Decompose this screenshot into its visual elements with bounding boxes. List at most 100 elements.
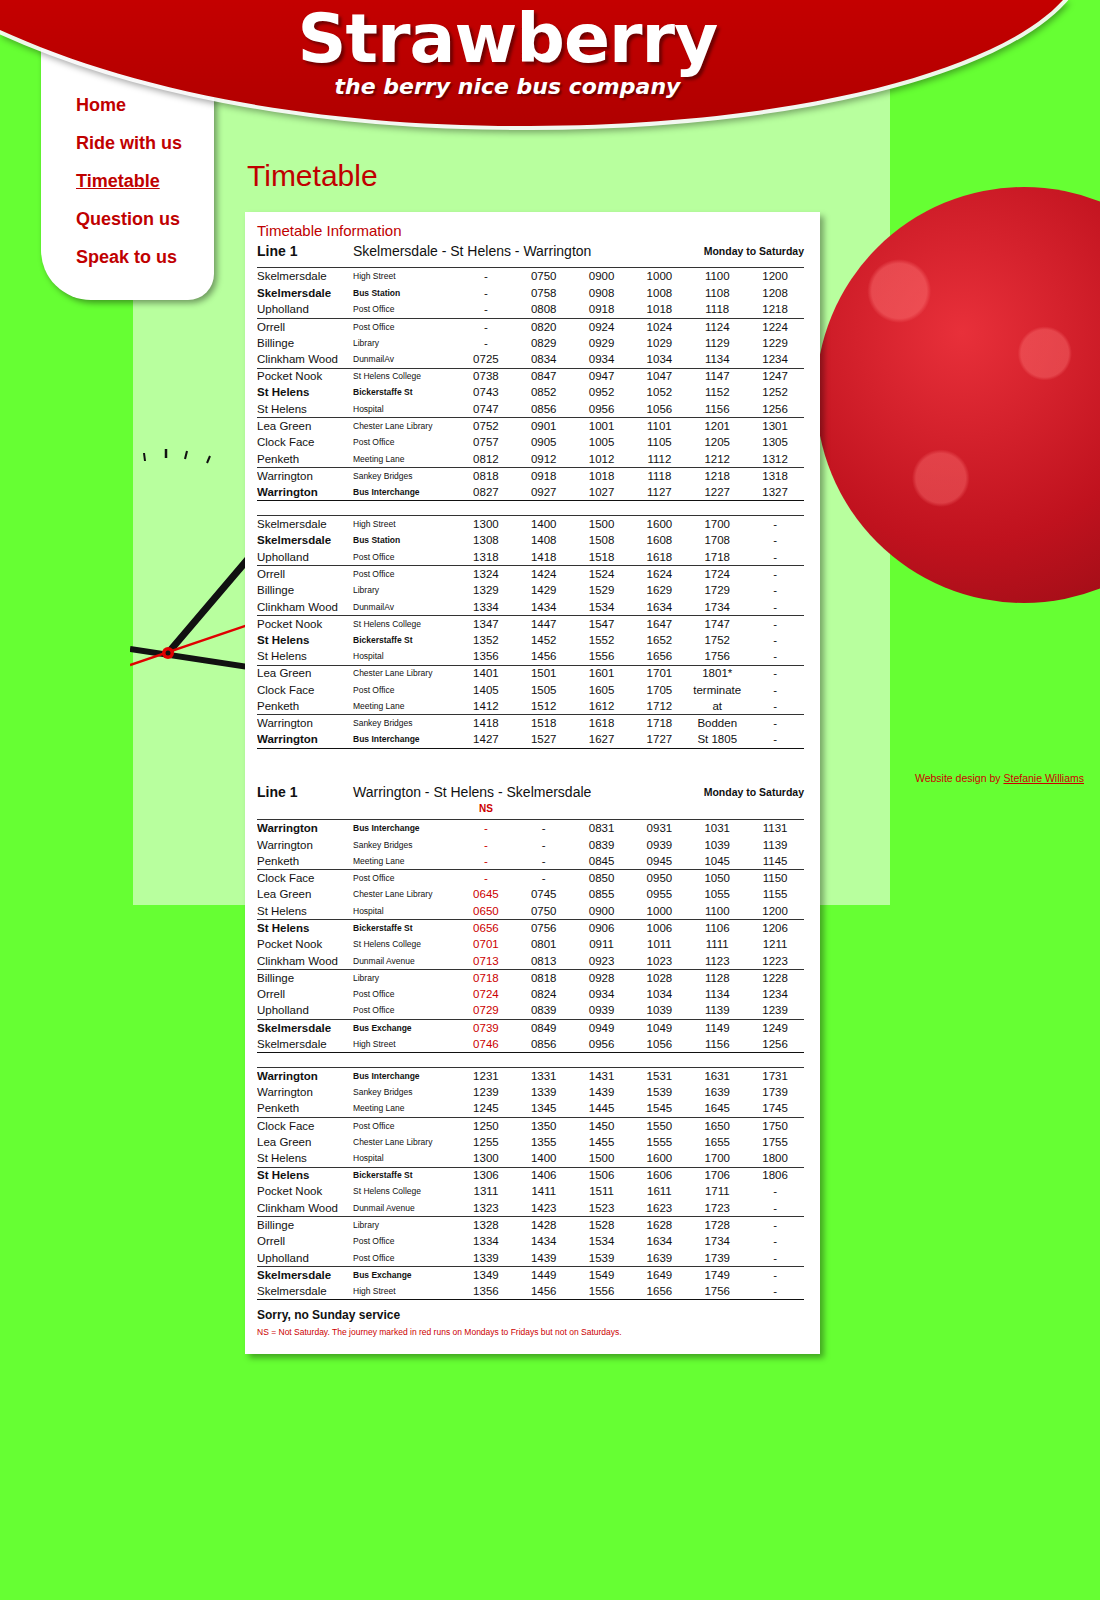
time-cell: 0850: [573, 872, 631, 884]
timetable-row: St HelensHospital13561456155616561756-: [257, 648, 804, 665]
time-cell: 1739: [688, 1252, 746, 1264]
layout: HomeRide with usTimetableQuestion usSpea…: [0, 0, 1100, 1354]
stop-name: St Helens: [257, 386, 353, 398]
time-cell: 0939: [573, 1004, 631, 1016]
time-cell: 1229: [746, 337, 804, 349]
time-cell: 1334: [457, 1235, 515, 1247]
time-cell: 1000: [630, 270, 688, 282]
timetable-row: OrrellPost Office-08200924102411241224: [257, 318, 804, 335]
time-cell: 1328: [457, 1219, 515, 1231]
time-cell: 1306: [457, 1169, 515, 1181]
time-cell: 1639: [630, 1252, 688, 1264]
timetable-block: SkelmersdaleHigh Street-0750090010001100…: [257, 268, 804, 501]
nav-item[interactable]: Ride with us: [76, 124, 214, 162]
stop-name: Lea Green: [257, 667, 353, 679]
time-cell: 1539: [573, 1252, 631, 1264]
section-header: Line 1Warrington - St Helens - Skelmersd…: [257, 781, 804, 820]
logo[interactable]: Strawberry: [298, 0, 718, 78]
time-cell: 1112: [630, 453, 688, 465]
time-cell: 1049: [630, 1022, 688, 1034]
timetable-row: OrrellPost Office07240824093410341134123…: [257, 986, 804, 1003]
stop-name: Lea Green: [257, 1136, 353, 1148]
stop-name: Pocket Nook: [257, 938, 353, 950]
stop-name: Clinkham Wood: [257, 955, 353, 967]
nav-item[interactable]: Question us: [76, 200, 214, 238]
time-cell: 1100: [688, 270, 746, 282]
time-cell: 1247: [746, 370, 804, 382]
timetable-row: OrrellPost Office13341434153416341734-: [257, 1233, 804, 1250]
time-cell: 1750: [746, 1120, 804, 1132]
time-cell: 0856: [515, 1038, 573, 1050]
time-cell: 1752: [688, 634, 746, 646]
time-cell: 1308: [457, 534, 515, 546]
time-cell: 1439: [573, 1086, 631, 1098]
time-cell: 1101: [630, 420, 688, 432]
time-cell: 1234: [746, 988, 804, 1000]
time-cell: 1627: [573, 733, 631, 745]
time-cell: 0852: [515, 386, 573, 398]
stop-place: Meeting Lane: [353, 454, 457, 464]
time-cell: -: [515, 872, 573, 884]
time-cell: -: [457, 839, 515, 851]
time-cell: 1806: [746, 1169, 804, 1181]
time-cell: 1747: [688, 618, 746, 630]
time-cell: 1628: [630, 1219, 688, 1231]
time-cell: 1355: [515, 1136, 573, 1148]
stop-place: Chester Lane Library: [353, 668, 457, 678]
time-cell: -: [746, 518, 804, 530]
time-cell: 0955: [630, 888, 688, 900]
time-cell: 0934: [573, 353, 631, 365]
stop-place: Chester Lane Library: [353, 889, 457, 899]
time-cell: 1427: [457, 733, 515, 745]
time-cell: 1200: [746, 905, 804, 917]
time-cell: 1152: [688, 386, 746, 398]
time-cell: 1218: [746, 303, 804, 315]
route-name: Warrington - St Helens - Skelmersdale: [353, 784, 704, 800]
time-cell: 1055: [688, 888, 746, 900]
time-cell: 1412: [457, 700, 515, 712]
time-cell: 0911: [573, 938, 631, 950]
time-cell: 0745: [515, 888, 573, 900]
time-cell: 1039: [630, 1004, 688, 1016]
time-cell: 0929: [573, 337, 631, 349]
time-cell: 1234: [746, 353, 804, 365]
stop-place: Post Office: [353, 685, 457, 695]
time-cell: 1052: [630, 386, 688, 398]
timetable-row: SkelmersdaleHigh Street13001400150016001…: [257, 515, 804, 532]
time-cell: 0847: [515, 370, 573, 382]
stop-name: Billinge: [257, 337, 353, 349]
time-cell: 1556: [573, 1285, 631, 1297]
time-cell: 0839: [573, 839, 631, 851]
time-cell: 1056: [630, 1038, 688, 1050]
stop-name: Skelmersdale: [257, 1269, 353, 1281]
stop-name: Pocket Nook: [257, 370, 353, 382]
time-cell: 1201: [688, 420, 746, 432]
designer-link[interactable]: Stefanie Williams: [1003, 772, 1084, 784]
time-cell: -: [515, 855, 573, 867]
timetable-row: Pocket NookSt Helens College134714471547…: [257, 615, 804, 632]
time-cell: 0834: [515, 353, 573, 365]
nav-item[interactable]: Timetable: [76, 162, 214, 200]
time-cell: 1400: [515, 518, 573, 530]
stop-place: Hospital: [353, 651, 457, 661]
time-cell: 1023: [630, 955, 688, 967]
time-cell: 1429: [515, 584, 573, 596]
timetable-row: WarringtonSankey Bridges1418151816181718…: [257, 714, 804, 731]
time-cell: 0729: [457, 1004, 515, 1016]
stop-place: Dunmail Avenue: [353, 956, 457, 966]
stop-place: High Street: [353, 271, 457, 281]
time-cell: 1318: [746, 470, 804, 482]
time-cell: St 1805: [688, 733, 746, 745]
time-cell: 0827: [457, 486, 515, 498]
time-cell: -: [746, 717, 804, 729]
timetable-row: Clinkham WoodDunmailAv072508340934103411…: [257, 351, 804, 368]
timetable-row: WarringtonBus Interchange123113311431153…: [257, 1067, 804, 1084]
nav-item[interactable]: Home: [76, 86, 214, 124]
stop-name: Skelmersdale: [257, 1022, 353, 1034]
nav-item[interactable]: Speak to us: [76, 238, 214, 276]
stop-name: Clinkham Wood: [257, 601, 353, 613]
time-cell: 1118: [688, 303, 746, 315]
time-cell: 0824: [515, 988, 573, 1000]
time-cell: 1329: [457, 584, 515, 596]
stop-place: Bus Interchange: [353, 734, 457, 744]
